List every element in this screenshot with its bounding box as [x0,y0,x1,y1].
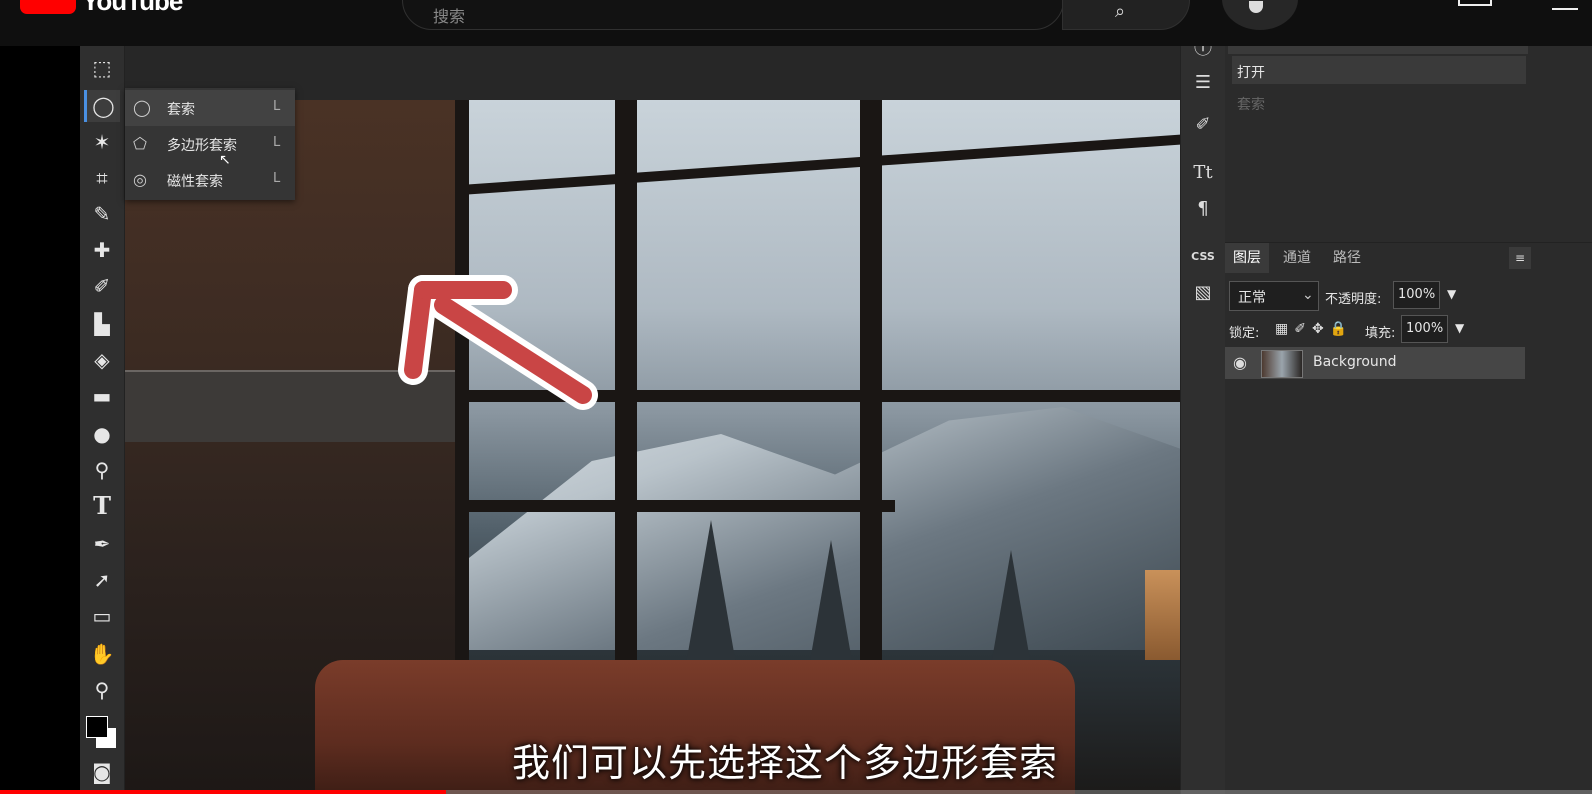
polygonal-lasso-icon: ⬠ [133,134,147,153]
foreground-color-swatch[interactable] [86,716,108,738]
right-icon-strip: ⓘ ☰ ✐ Tt ¶ CSS ▧ [1180,46,1225,794]
fill-input[interactable]: 100% [1401,315,1449,343]
floor-lamp [1145,570,1180,660]
fill-dropdown-icon[interactable]: ▼ [1455,321,1464,335]
create-icon[interactable] [1458,0,1492,6]
history-item-label: 打开 [1237,65,1265,81]
lock-label: 锁定: [1229,326,1260,341]
opacity-label: 不透明度: [1325,292,1382,307]
layer-row[interactable]: ◉ Background [1225,347,1525,379]
letterbox [0,46,80,794]
tab-paths[interactable]: 路径 [1325,243,1369,273]
opacity-input[interactable]: 100% [1393,281,1441,309]
blur-tool[interactable]: ● [84,418,120,450]
window-frame [455,500,895,512]
youtube-header: YouTube 搜索 ⌕ [0,0,1592,46]
video-progress-bar[interactable] [0,790,1592,794]
youtube-logo-text: YouTube [82,0,183,16]
history-item[interactable]: 套索 [1232,88,1526,116]
css-button[interactable]: CSS [1187,242,1219,272]
type-tool[interactable]: T [84,490,120,522]
layer-thumbnail [1261,350,1303,378]
lasso-icon: ◯ [133,98,151,117]
character-icon[interactable]: Tt [1187,158,1219,188]
panel-menu-icon[interactable]: ≡ [1509,247,1531,269]
magic-wand-tool[interactable]: ✶ [84,126,120,158]
flyout-item-lasso[interactable]: ◯ 套索 L [125,90,295,126]
microphone-icon [1249,1,1263,13]
paragraph-icon[interactable]: ¶ [1187,194,1219,224]
video-player[interactable]: ⬚ ◯ ✶ ⌗ ✎ ✚ ✐ ▙ ◈ ▬ ● ⚲ T ✒ ➚ ▭ ✋ ⚲ ◙ ◯ … [0,46,1592,794]
lasso-tool-flyout: ◯ 套索 L ⬠ 多边形套索 L ◎ 磁性套索 L ↖ [125,88,295,200]
toolbar: ⬚ ◯ ✶ ⌗ ✎ ✚ ✐ ▙ ◈ ▬ ● ⚲ T ✒ ➚ ▭ ✋ ⚲ ◙ [80,46,125,794]
blend-mode-select[interactable]: 正常 ⌄ [1229,281,1319,311]
youtube-logo[interactable]: YouTube [20,0,183,17]
zoom-tool[interactable]: ⚲ [84,674,120,706]
history-item[interactable]: 打开 [1232,56,1526,84]
info-icon[interactable]: ⓘ [1187,46,1219,64]
notifications-icon[interactable] [1552,0,1578,10]
video-progress-fill [0,790,446,794]
window-frame [455,134,1180,196]
brush-tool[interactable]: ✐ [84,270,120,302]
image-icon[interactable]: ▧ [1187,278,1219,308]
voice-search-button[interactable] [1222,0,1298,30]
fill-label: 填充: [1365,326,1396,341]
gradient-tool[interactable]: ▬ [84,380,120,412]
video-subtitle: 我们可以先选择这个多边形套索 [512,741,1059,785]
clone-stamp-tool[interactable]: ▙ [84,308,120,340]
flyout-item-shortcut: L [273,99,281,114]
layers-panel-tabs: 图层 通道 路径 ≡ [1225,243,1531,273]
photo-editor: ⬚ ◯ ✶ ⌗ ✎ ✚ ✐ ▙ ◈ ▬ ● ⚲ T ✒ ➚ ▭ ✋ ⚲ ◙ ◯ … [80,46,1592,794]
magnetic-lasso-icon: ◎ [133,170,147,189]
pen-tool[interactable]: ✒ [84,528,120,560]
healing-brush-tool[interactable]: ✚ [84,234,120,266]
canvas-image[interactable] [125,100,1180,794]
rect-marquee-tool[interactable]: ⬚ [84,52,120,84]
search-icon: ⌕ [1115,1,1126,22]
mouse-cursor-icon: ↖ [219,152,231,168]
eraser-tool[interactable]: ◈ [84,344,120,376]
opacity-dropdown-icon[interactable]: ▼ [1447,287,1456,301]
eye-icon[interactable]: ◉ [1233,353,1247,372]
brush-settings-icon[interactable]: ✐ [1187,110,1219,140]
path-select-tool[interactable]: ➚ [84,564,120,596]
search-placeholder: 搜索 [433,7,466,26]
search-input[interactable]: 搜索 [402,0,1064,30]
youtube-play-icon [20,0,76,14]
flyout-item-shortcut: L [273,171,281,186]
hand-tool[interactable]: ✋ [84,638,120,670]
red-arrow-annotation [398,275,598,410]
flyout-item-label: 磁性套索 [167,174,223,190]
lasso-tool[interactable]: ◯ [84,90,120,122]
rectangle-shape-tool[interactable]: ▭ [84,600,120,632]
flyout-item-shortcut: L [273,135,281,150]
crop-tool[interactable]: ⌗ [84,162,120,194]
history-panel: 打开 套索 [1228,46,1528,236]
flyout-item-polygonal-lasso[interactable]: ⬠ 多边形套索 L [125,126,295,162]
layer-name: Background [1313,354,1397,370]
lock-options-icons[interactable]: ▦✐✥🔒 [1275,321,1353,337]
layers-panel: 图层 通道 路径 ≡ 正常 ⌄ 不透明度: 100% ▼ 锁定: ▦✐✥🔒 填充… [1225,242,1592,794]
tab-layers[interactable]: 图层 [1225,243,1269,273]
right-panels: 打开 套索 图层 通道 路径 ≡ 正常 ⌄ 不透明度: 100% ▼ 锁定: ▦… [1225,46,1592,794]
quick-mask-tool[interactable]: ◙ [84,756,120,788]
history-panel-header [1228,46,1528,54]
dodge-tool[interactable]: ⚲ [84,454,120,486]
adjustments-icon[interactable]: ☰ [1187,68,1219,98]
search-button[interactable]: ⌕ [1062,0,1190,30]
pine-tree [685,520,737,670]
tab-channels[interactable]: 通道 [1275,243,1319,273]
history-item-label: 套索 [1237,97,1265,113]
flyout-item-label: 套索 [167,102,195,118]
eyedropper-tool[interactable]: ✎ [84,198,120,230]
chevron-down-icon: ⌄ [1302,287,1314,303]
blend-mode-value: 正常 [1238,290,1266,306]
flyout-item-magnetic-lasso[interactable]: ◎ 磁性套索 L [125,162,295,198]
